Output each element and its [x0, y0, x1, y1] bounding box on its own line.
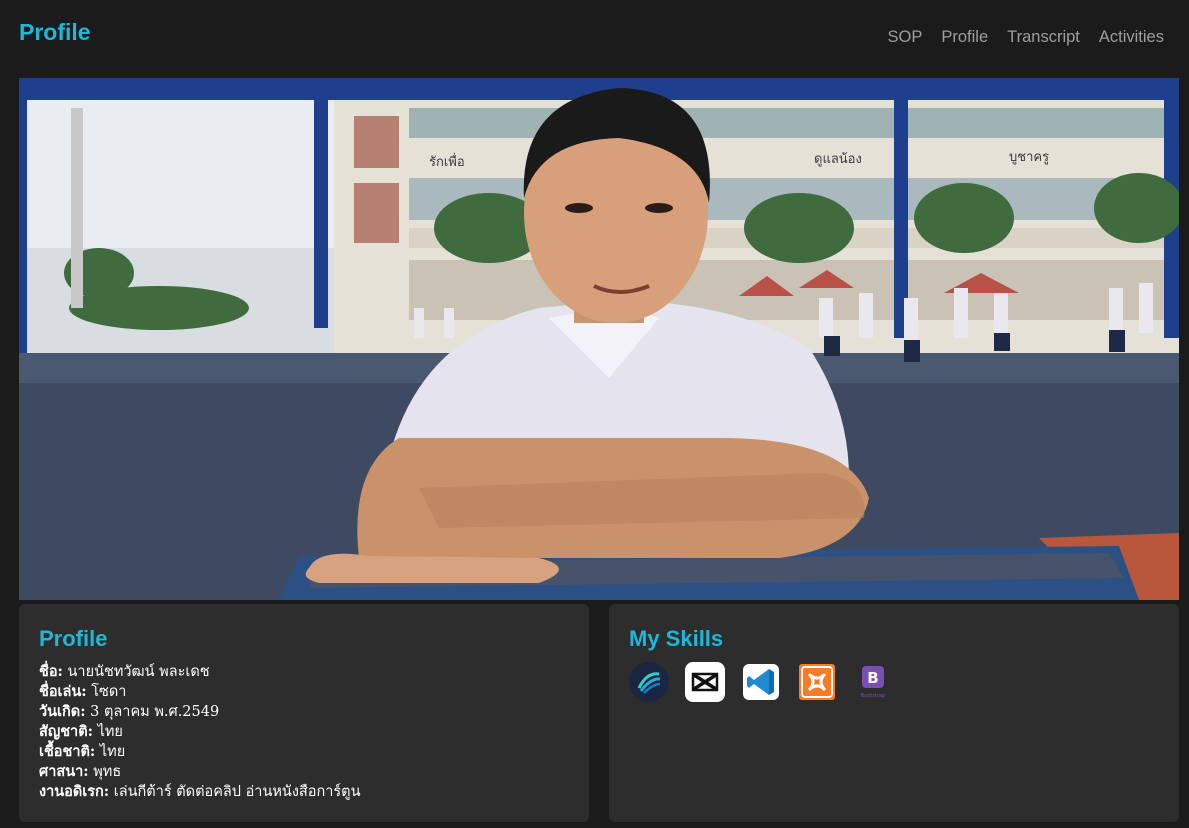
info-row-nickname: ชื่อเล่น: โซดา — [39, 682, 361, 702]
info-label: เชื้อชาติ: — [39, 743, 96, 760]
info-row-religion: ศาสนา: พุทธ — [39, 762, 361, 782]
alight-motion-icon — [629, 662, 669, 702]
info-value: 3 ตุลาคม พ.ศ.2549 — [90, 704, 220, 720]
info-row-name: ชื่อ: นายนัชทวัฒน์ พละเดช — [39, 662, 361, 682]
vscode-icon — [741, 662, 781, 702]
info-value: โซดา — [91, 684, 127, 700]
top-navbar: Profile SOP Profile Transcript Activitie… — [0, 0, 1189, 78]
info-value: นายนัชทวัฒน์ พละเดช — [67, 664, 210, 680]
building-sign-3: บูชาครู — [1009, 150, 1049, 165]
nav-link-profile[interactable]: Profile — [941, 28, 988, 47]
building-sign-1: รักเพื่อ — [429, 153, 465, 170]
bootstrap-icon: B Bootstrap — [853, 662, 893, 702]
nav-link-sop[interactable]: SOP — [888, 28, 923, 47]
nav-link-transcript[interactable]: Transcript — [1007, 28, 1080, 47]
info-value: พุทธ — [93, 764, 122, 780]
building-sign-2: ดูแลน้อง — [814, 152, 862, 167]
skill-icon-list: B Bootstrap — [629, 662, 893, 702]
info-label: ศาสนา: — [39, 763, 89, 780]
nav-links: SOP Profile Transcript Activities — [888, 28, 1165, 47]
svg-text:B: B — [867, 669, 878, 687]
info-row-birthday: วันเกิด: 3 ตุลาคม พ.ศ.2549 — [39, 702, 361, 722]
skills-card: My Skills B Bootstrap — [609, 604, 1179, 822]
info-label: วันเกิด: — [39, 703, 86, 720]
info-label: ชื่อเล่น: — [39, 683, 87, 700]
profile-card-title: Profile — [39, 626, 108, 651]
profile-card: Profile ชื่อ: นายนัชทวัฒน์ พละเดช ชื่อเล… — [19, 604, 589, 822]
info-label: ชื่อ: — [39, 663, 63, 680]
info-value: เล่นกีต้าร์ ตัดต่อคลิป อ่านหนังสือการ์ตู… — [113, 784, 361, 800]
profile-photo: รักเพื่อ ดูแลน้อง บูชาครู — [19, 78, 1179, 600]
info-row-hobbies: งานอดิเรก: เล่นกีต้าร์ ตัดต่อคลิป อ่านหน… — [39, 782, 361, 802]
info-row-ethnicity: เชื้อชาติ: ไทย — [39, 742, 361, 762]
info-value: ไทย — [99, 744, 126, 760]
skills-card-title: My Skills — [629, 626, 724, 651]
info-row-nationality: สัญชาติ: ไทย — [39, 722, 361, 742]
capcut-icon — [685, 662, 725, 702]
nav-link-activities[interactable]: Activities — [1099, 28, 1164, 47]
info-label: งานอดิเรก: — [39, 783, 110, 800]
xampp-icon — [797, 662, 837, 702]
info-label: สัญชาติ: — [39, 723, 93, 740]
brand-title[interactable]: Profile — [19, 19, 91, 46]
bootstrap-caption: Bootstrap — [861, 693, 885, 699]
info-value: ไทย — [97, 724, 123, 740]
profile-info-list: ชื่อ: นายนัชทวัฒน์ พละเดช ชื่อเล่น: โซดา… — [39, 662, 361, 802]
